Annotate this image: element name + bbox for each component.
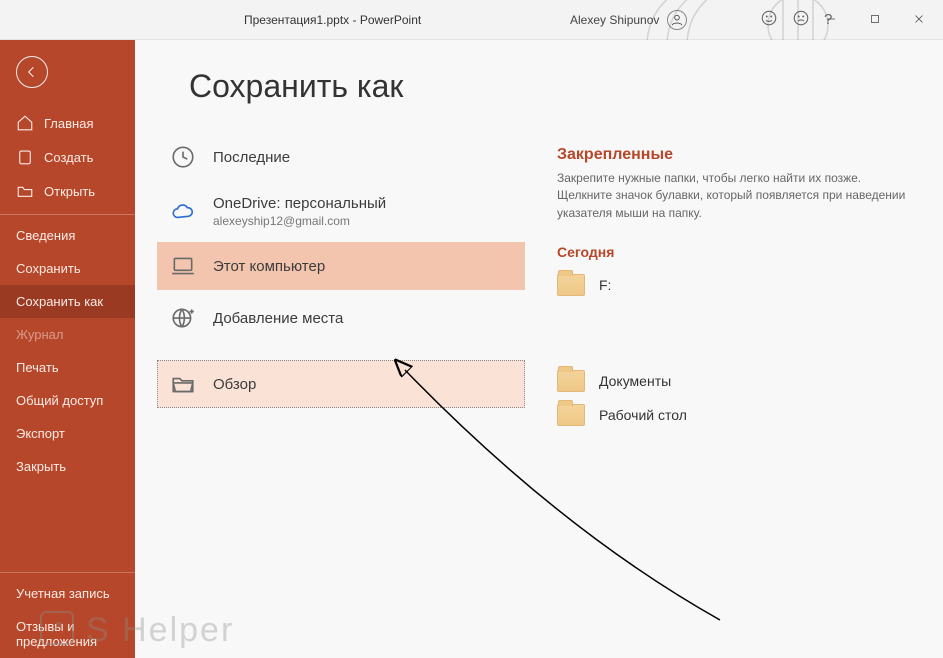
globe-plus-icon [169, 304, 197, 332]
user-avatar-icon[interactable] [667, 10, 687, 30]
location-label: Последние [213, 149, 290, 166]
location-label: Добавление места [213, 310, 343, 327]
folder-icon [557, 404, 585, 426]
page-title: Сохранить как [135, 40, 525, 129]
location-label: OneDrive: персональный [213, 195, 386, 212]
cloud-icon [169, 198, 197, 226]
sidebar-item-label: Журнал [16, 327, 63, 342]
sidebar-item-label: Печать [16, 360, 59, 375]
folder-item[interactable]: F: [557, 268, 919, 302]
user-block[interactable]: Alexey Shipunov [570, 10, 687, 30]
backstage-sidebar: Главная Создать Открыть Сведения Сохрани… [0, 40, 135, 658]
sidebar-item-print[interactable]: Печать [0, 351, 135, 384]
user-name: Alexey Shipunov [570, 13, 659, 27]
sidebar-item-info[interactable]: Сведения [0, 219, 135, 252]
folder-item[interactable]: Рабочий стол [557, 398, 919, 432]
sidebar-separator [0, 572, 135, 573]
sidebar-item-label: Закрыть [16, 459, 66, 474]
clock-icon [169, 143, 197, 171]
sidebar-item-label: Сведения [16, 228, 75, 243]
sidebar-item-save[interactable]: Сохранить [0, 252, 135, 285]
sidebar-item-open[interactable]: Открыть [0, 174, 135, 208]
folder-label: Документы [599, 373, 671, 389]
folder-icon [557, 370, 585, 392]
sidebar-item-label: Сохранить [16, 261, 81, 276]
folder-label: Рабочий стол [599, 407, 687, 423]
folder-open-icon [169, 370, 197, 398]
sidebar-item-label: Экспорт [16, 426, 65, 441]
backstage-main: Сохранить как Последние OneDrive: персон… [135, 40, 943, 658]
window-minimize-button[interactable] [809, 0, 853, 40]
location-add-place[interactable]: Добавление места [157, 294, 525, 342]
smile-icon[interactable] [760, 9, 778, 31]
sidebar-item-share[interactable]: Общий доступ [0, 384, 135, 417]
folder-item[interactable]: Документы [557, 364, 919, 398]
location-browse[interactable]: Обзор [157, 360, 525, 408]
sidebar-item-label: Отзывы и предложения [16, 619, 119, 649]
sidebar-item-label: Общий доступ [16, 393, 103, 408]
folder-open-icon [16, 182, 34, 200]
today-header: Сегодня [557, 244, 919, 260]
new-icon [16, 148, 34, 166]
location-label: Этот компьютер [213, 258, 325, 275]
titlebar: Презентация1.pptx - PowerPoint Alexey Sh… [0, 0, 943, 40]
location-label: Обзор [213, 376, 256, 393]
pinned-header: Закрепленные [557, 146, 919, 164]
sidebar-item-label: Учетная запись [16, 586, 110, 601]
folder-icon [557, 274, 585, 296]
frown-icon[interactable] [792, 9, 810, 31]
sidebar-item-account[interactable]: Учетная запись [0, 577, 135, 610]
window-maximize-button[interactable] [853, 0, 897, 40]
computer-icon [169, 252, 197, 280]
back-arrow-button[interactable] [16, 56, 48, 88]
home-icon [16, 114, 34, 132]
location-recent[interactable]: Последние [157, 133, 525, 181]
window-close-button[interactable] [897, 0, 941, 40]
sidebar-item-label: Сохранить как [16, 294, 103, 309]
sidebar-item-label: Создать [44, 150, 93, 165]
sidebar-item-home[interactable]: Главная [0, 106, 135, 140]
sidebar-item-close[interactable]: Закрыть [0, 450, 135, 483]
sidebar-item-label: Главная [44, 116, 93, 131]
sidebar-item-label: Открыть [44, 184, 95, 199]
sidebar-item-saveas[interactable]: Сохранить как [0, 285, 135, 318]
location-onedrive[interactable]: OneDrive: персональный alexeyship12@gmai… [157, 185, 525, 238]
sidebar-separator [0, 214, 135, 215]
sidebar-item-export[interactable]: Экспорт [0, 417, 135, 450]
sidebar-item-feedback[interactable]: Отзывы и предложения [0, 610, 135, 658]
sidebar-item-new[interactable]: Создать [0, 140, 135, 174]
document-title: Презентация1.pptx - PowerPoint [244, 13, 421, 27]
folder-label: F: [599, 277, 611, 293]
pinned-description: Закрепите нужные папки, чтобы легко найт… [557, 170, 917, 222]
location-this-pc[interactable]: Этот компьютер [157, 242, 525, 290]
location-sublabel: alexeyship12@gmail.com [213, 214, 386, 228]
sidebar-item-history[interactable]: Журнал [0, 318, 135, 351]
